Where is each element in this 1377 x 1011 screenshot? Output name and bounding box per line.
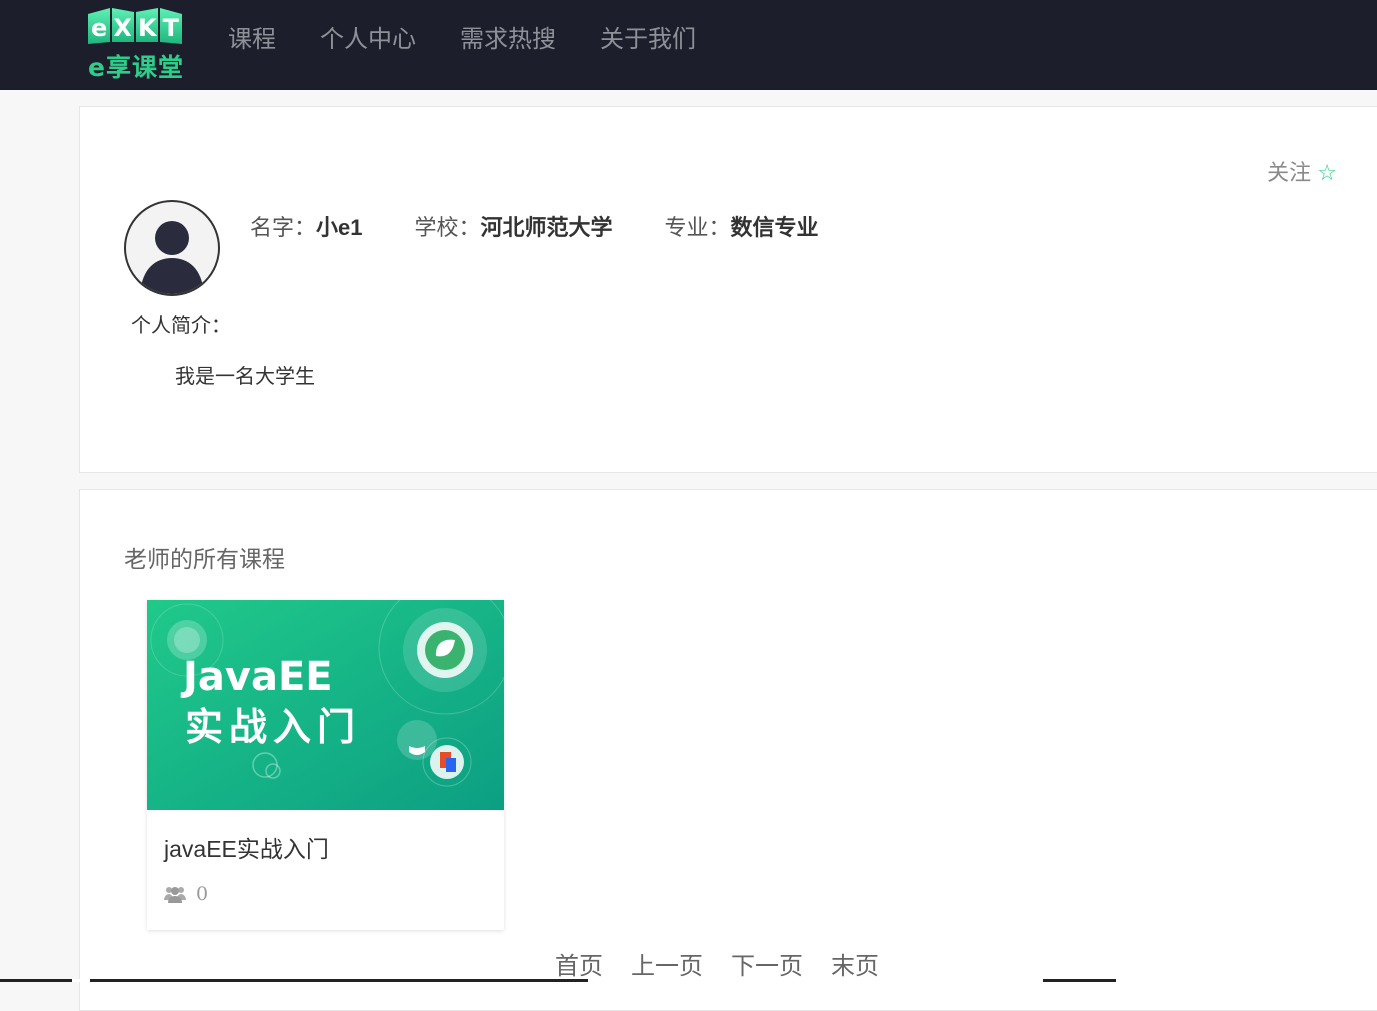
page-first-link[interactable]: 首页 [555,946,603,981]
major-label: 专业： [664,215,731,240]
major-value: 数信专业 [730,215,819,240]
section-title: 老师的所有课程 [124,546,285,572]
school-label: 学校： [414,215,481,240]
top-navbar: eXKT e享课堂 课程 个人中心 需求热搜 关于我们 [0,0,1377,90]
student-count: 0 [196,883,209,905]
page-prev-link[interactable]: 上一页 [631,946,703,981]
major-field: 专业：数信专业 [665,210,819,242]
users-icon [164,887,186,903]
profile-card: 关注 ☆ 名字：小e1 学校：河北师范大学 专业：数信专业 个人简介： 我是一名… [79,106,1377,473]
star-outline-icon: ☆ [1317,160,1337,185]
svg-text:JavaEE: JavaEE [180,654,333,700]
school-field: 学校：河北师范大学 [415,210,613,242]
page-last-link[interactable]: 末页 [831,946,879,981]
pagination: 首页 上一页 下一页 末页 [555,946,907,981]
nav-item-courses[interactable]: 课程 [228,24,276,58]
logo-text: e享课堂 [88,53,184,82]
svg-text:实战入门: 实战入门 [185,705,361,749]
main-nav: 课程 个人中心 需求热搜 关于我们 [228,24,740,58]
user-silhouette-icon [140,221,204,294]
name-field: 名字：小e1 [250,210,363,242]
school-value: 河北师范大学 [480,215,613,240]
name-value: 小e1 [316,215,363,240]
course-meta: 0 [164,882,208,906]
course-card[interactable]: JavaEE 实战入门 javaEE实战入门 0 [147,600,504,930]
follow-button[interactable]: 关注 ☆ [1267,155,1337,187]
logo-mark: eXKT [88,8,182,44]
intro-text: 我是一名大学生 [175,366,315,388]
profile-info: 名字：小e1 学校：河北师范大学 专业：数信专业 [250,210,871,242]
site-logo[interactable]: eXKT e享课堂 [86,6,186,82]
follow-label: 关注 [1267,160,1312,185]
avatar [124,200,220,296]
name-label: 名字： [250,215,317,240]
course-title[interactable]: javaEE实战入门 [164,830,329,864]
courses-section: 老师的所有课程 JavaEE 实战入门 javaEE实战入门 0 首页 上一页 … [79,489,1377,1011]
page-next-link[interactable]: 下一页 [731,946,803,981]
course-cover-image[interactable]: JavaEE 实战入门 [147,600,504,810]
nav-item-about-us[interactable]: 关于我们 [600,24,696,58]
svg-text:eXKT: eXKT [91,14,180,42]
nav-item-personal-center[interactable]: 个人中心 [320,24,416,58]
nav-item-hot-search[interactable]: 需求热搜 [460,24,556,58]
intro-label: 个人简介： [131,315,231,337]
